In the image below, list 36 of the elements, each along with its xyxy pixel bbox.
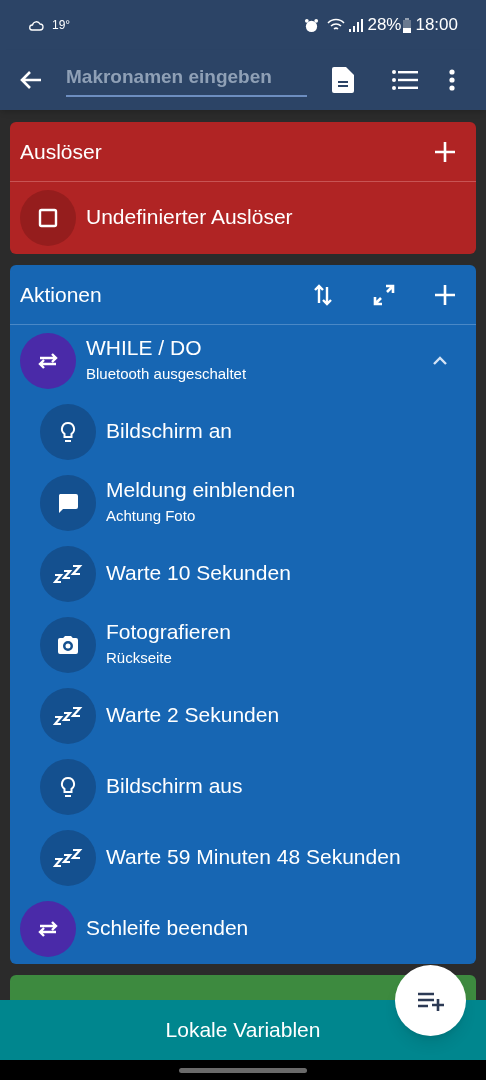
sort-arrows-icon[interactable] xyxy=(314,282,332,307)
list-icon[interactable] xyxy=(392,70,418,90)
battery-icon xyxy=(403,17,412,33)
action-title[interactable]: Warte 2 Sekunden xyxy=(106,702,460,729)
signal-icon xyxy=(349,18,364,32)
action-title[interactable]: Schleife beenden xyxy=(86,915,460,942)
back-arrow-icon[interactable] xyxy=(20,70,42,90)
action-title[interactable]: Bildschirm aus xyxy=(106,773,460,800)
section-title: Auslöser xyxy=(20,138,103,165)
more-options-icon[interactable] xyxy=(449,69,455,91)
document-icon[interactable] xyxy=(332,67,354,93)
section-title: Aktionen xyxy=(20,281,103,308)
square-icon xyxy=(37,206,59,229)
action-title[interactable]: Bildschirm an xyxy=(106,418,460,445)
action-detail: Achtung Foto xyxy=(106,506,197,527)
plus-icon[interactable] xyxy=(434,283,456,306)
action-title[interactable]: Warte 10 Sekunden xyxy=(106,560,460,587)
battery-percentage: 28% xyxy=(367,14,402,37)
weather-temperature: 19° xyxy=(52,17,71,34)
playlist-add-icon xyxy=(416,990,445,1011)
home-indicator[interactable] xyxy=(179,1067,307,1073)
action-detail: Rückseite xyxy=(106,648,173,669)
action-title[interactable]: Undefinierter Auslöser xyxy=(86,204,460,231)
action-title[interactable]: Fotografieren xyxy=(106,619,460,646)
action-title[interactable]: Warte 59 Minuten 48 Sekunden xyxy=(106,844,460,871)
alarm-icon xyxy=(304,17,320,33)
clock-time: 18:00 xyxy=(415,14,458,37)
cloud-icon xyxy=(28,19,44,31)
action-title[interactable]: WHILE / DO xyxy=(86,335,432,362)
expand-arrows-icon[interactable] xyxy=(372,282,396,307)
collapse-chevron-icon[interactable] xyxy=(432,355,448,366)
local-variables-label[interactable]: Lokale Variablen xyxy=(165,1014,321,1046)
plus-icon[interactable] xyxy=(434,140,456,163)
wifi-icon xyxy=(327,18,346,32)
action-detail: Bluetooth ausgeschaltet xyxy=(86,364,248,385)
action-title[interactable]: Meldung einblenden xyxy=(106,477,460,504)
